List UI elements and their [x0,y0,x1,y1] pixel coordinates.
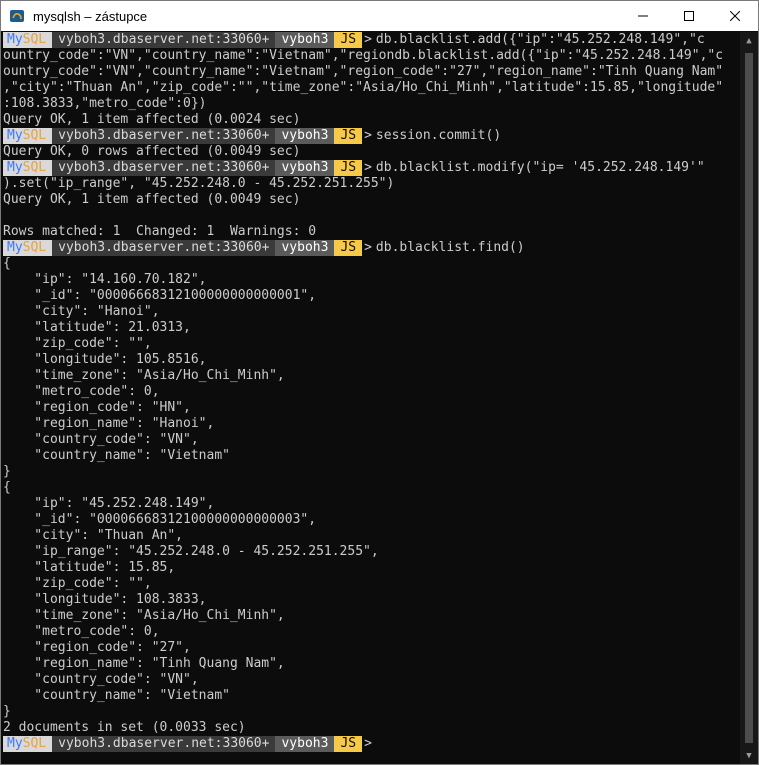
output-line: "ip": "45.252.248.149", [3,496,215,511]
output-line: ,"city":"Thuan An","zip_code":"","time_z… [3,80,724,95]
output-line: "region_code": "27", [3,640,191,655]
maximize-button[interactable] [666,1,712,31]
terminal-window: mysqlsh – zástupce MySQL vyboh3.dbaserver… [0,0,759,765]
prompt-schema: vyboh3 [275,736,335,752]
output-line: ountry_code":"VN","country_name":"Vietna… [3,64,724,79]
command-text: session.commit() [375,128,502,143]
output-line: "region_name": "Tinh Quang Nam", [3,656,285,671]
mysql-shell-app-icon [9,8,25,24]
prompt-mode: JS [334,160,363,176]
prompt-mode: JS [334,32,363,48]
prompt-mode: JS [334,240,363,256]
command-text: db.blacklist.modify("ip= '45.252.248.149… [375,160,705,175]
maximize-icon [684,11,694,21]
prompt-schema: vyboh3 [275,128,335,144]
prompt-mysql-segment: MySQL [3,32,53,48]
output-line: "latitude": 15.85, [3,560,176,575]
minimize-icon [638,15,648,17]
output-line: "zip_code": "", [3,576,152,591]
prompt-line: MySQL vyboh3.dbaserver.net:33060+ vyboh3 JS… [3,32,740,48]
output-line: Query OK, 1 item affected (0.0049 sec) [3,192,301,207]
prompt-sql-text: SQL [22,160,47,175]
scrollbar-thumb[interactable] [745,53,753,743]
output-line: Rows matched: 1 Changed: 1 Warnings: 0 [3,224,317,239]
scroll-down-icon[interactable]: ▼ [740,747,758,764]
output-line: "_id": "00006668312100000000000003", [3,512,317,527]
output-line: "time_zone": "Asia/Ho_Chi_Minh", [3,608,285,623]
output-line: ountry_code":"VN","country_name":"Vietna… [3,48,724,63]
prompt-line: MySQL vyboh3.dbaserver.net:33060+ vyboh3 JS… [3,160,740,176]
output-line: "longitude": 105.8516, [3,352,207,367]
prompt-host: vyboh3.dbaserver.net:33060+ [52,240,276,256]
prompt-schema: vyboh3 [275,32,335,48]
output-line: "longitude": 108.3833, [3,592,207,607]
output-line: "country_name": "Vietnam" [3,448,230,463]
output-line: Query OK, 0 rows affected (0.0049 sec) [3,144,301,159]
title-bar: mysqlsh – zástupce [1,1,758,31]
output-line: "zip_code": "", [3,336,152,351]
prompt-sql-text: SQL [22,32,47,47]
prompt-schema: vyboh3 [275,160,335,176]
output-line: "city": "Thuan An", [3,528,184,543]
prompt-line: MySQL vyboh3.dbaserver.net:33060+ vyboh3 JS… [3,240,740,256]
output-line: "city": "Hanoi", [3,304,160,319]
output-line: "_id": "00006668312100000000000001", [3,288,317,303]
prompt-host: vyboh3.dbaserver.net:33060+ [52,160,276,176]
output-line: 2 documents in set (0.0033 sec) [3,720,246,735]
vertical-scrollbar[interactable]: ▲ ▼ [740,32,758,764]
output-line: "metro_code": 0, [3,624,160,639]
output-line: "ip": "14.160.70.182", [3,272,207,287]
close-button[interactable] [712,1,758,31]
prompt-mysql-segment: MySQL [3,160,53,176]
prompt-my-text: My [7,240,23,255]
output-line: "ip_range": "45.252.248.0 - 45.252.251.2… [3,544,379,559]
prompt-arrow: > [364,240,372,255]
output-line: "country_name": "Vietnam" [3,688,230,703]
prompt-line: MySQL vyboh3.dbaserver.net:33060+ vyboh3 JS… [3,736,740,752]
prompt-mysql-segment: MySQL [3,128,53,144]
window-title: mysqlsh – zástupce [33,8,148,24]
prompt-host: vyboh3.dbaserver.net:33060+ [52,736,276,752]
prompt-host: vyboh3.dbaserver.net:33060+ [52,128,276,144]
prompt-my-text: My [7,128,23,143]
command-text: db.blacklist.find() [375,240,525,255]
output-line: "region_name": "Hanoi", [3,416,215,431]
prompt-arrow: > [364,736,372,751]
output-line: :108.3833,"metro_code":0}) [3,96,207,111]
output-line: { [3,256,11,271]
prompt-arrow: > [364,32,372,47]
prompt-mode: JS [334,128,363,144]
output-line: Query OK, 1 item affected (0.0024 sec) [3,112,301,127]
prompt-schema: vyboh3 [275,240,335,256]
prompt-my-text: My [7,160,23,175]
terminal-output[interactable]: MySQL vyboh3.dbaserver.net:33060+ vyboh3 JS… [1,32,740,764]
command-text: db.blacklist.add({"ip":"45.252.248.149",… [375,32,705,47]
output-line: "region_code": "HN", [3,400,191,415]
prompt-mode: JS [334,736,363,752]
output-line: } [3,704,11,719]
output-line: "time_zone": "Asia/Ho_Chi_Minh", [3,368,285,383]
output-line: } [3,464,11,479]
output-line: "metro_code": 0, [3,384,160,399]
prompt-my-text: My [7,736,23,751]
close-icon [730,11,740,21]
output-line: "country_code": "VN", [3,432,199,447]
prompt-line: MySQL vyboh3.dbaserver.net:33060+ vyboh3 JS… [3,128,740,144]
prompt-host: vyboh3.dbaserver.net:33060+ [52,32,276,48]
prompt-arrow: > [364,160,372,175]
output-line: ).set("ip_range", "45.252.248.0 - 45.252… [3,176,395,191]
prompt-sql-text: SQL [22,128,47,143]
minimize-button[interactable] [620,1,666,31]
prompt-mysql-segment: MySQL [3,240,53,256]
output-line: { [3,480,11,495]
output-line: "country_code": "VN", [3,672,199,687]
prompt-sql-text: SQL [22,736,47,751]
scroll-up-icon[interactable]: ▲ [740,32,758,49]
prompt-my-text: My [7,32,23,47]
prompt-sql-text: SQL [22,240,47,255]
prompt-arrow: > [364,128,372,143]
prompt-mysql-segment: MySQL [3,736,53,752]
output-line: "latitude": 21.0313, [3,320,191,335]
